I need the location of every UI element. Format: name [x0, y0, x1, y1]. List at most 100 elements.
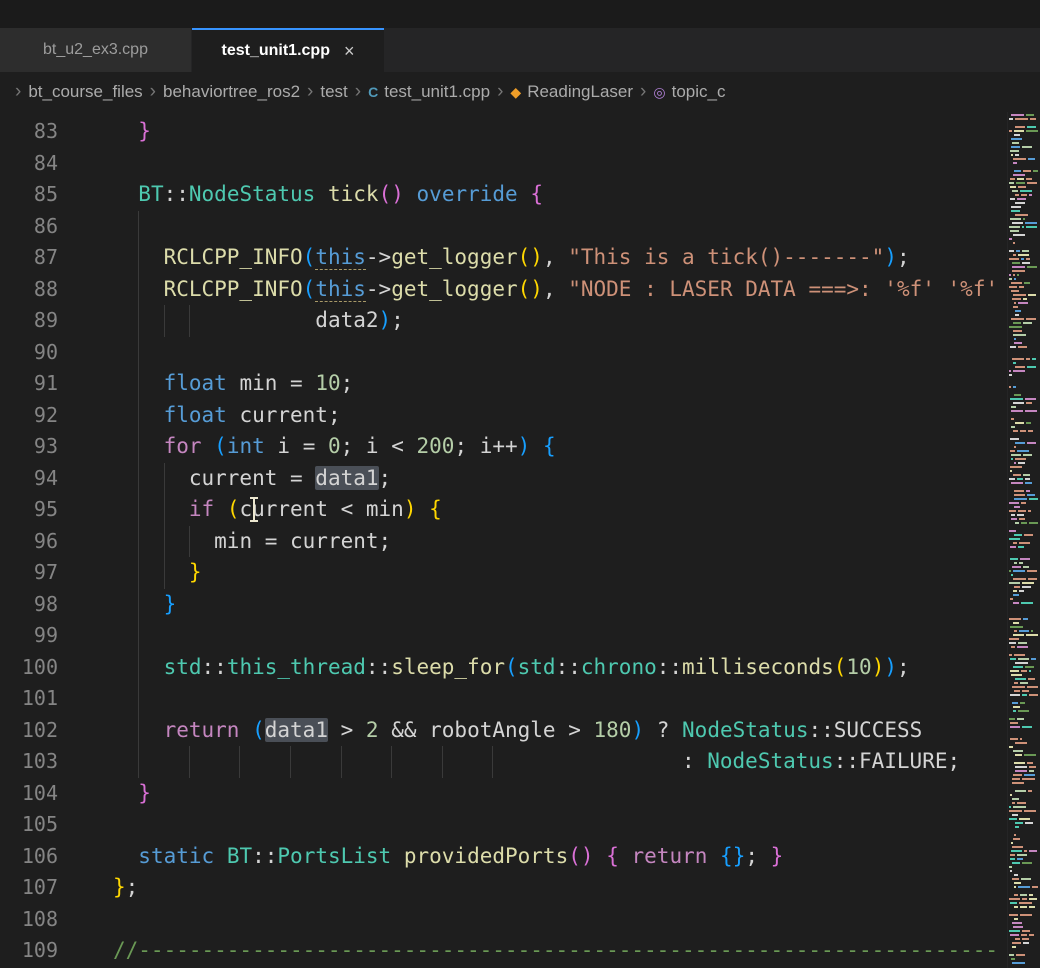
close-icon[interactable]: ×: [344, 42, 355, 60]
code-line[interactable]: 106 static BT::PortsList providedPorts()…: [0, 841, 1040, 873]
code-line[interactable]: 90: [0, 337, 1040, 369]
code-line[interactable]: 93 for (int i = 0; i < 200; i++) {: [0, 431, 1040, 463]
code-line[interactable]: 109//-----------------------------------…: [0, 935, 1040, 967]
chevron-right-icon: ›: [640, 81, 646, 103]
code-line[interactable]: 84: [0, 148, 1040, 180]
code-line[interactable]: 101: [0, 683, 1040, 715]
code-text: [113, 683, 1040, 715]
line-number: 107: [0, 872, 58, 904]
code-text: float min = 10;: [113, 368, 1040, 400]
code-line[interactable]: 95 if (current < min) {: [0, 494, 1040, 526]
tab-bar: bt_u2_ex3.cpp test_unit1.cpp ×: [0, 28, 1040, 72]
code-line[interactable]: 87 RCLCPP_INFO(this->get_logger(), "This…: [0, 242, 1040, 274]
code-line[interactable]: 108: [0, 904, 1040, 936]
code-text: data2);: [113, 305, 1040, 337]
indent-guide: [138, 683, 139, 715]
code-text: }: [113, 778, 1040, 810]
mouse-ibeam-cursor: [253, 499, 255, 520]
code-text: }: [113, 589, 1040, 621]
breadcrumb-item-topic[interactable]: topic_c: [672, 82, 726, 102]
chevron-right-icon: ›: [15, 81, 21, 103]
tab-label: bt_u2_ex3.cpp: [43, 41, 148, 59]
code-line[interactable]: 102 return (data1 > 2 && robotAngle > 18…: [0, 715, 1040, 747]
code-text: std::this_thread::sleep_for(std::chrono:…: [113, 652, 1040, 684]
code-line[interactable]: 98 }: [0, 589, 1040, 621]
indent-guide: [290, 746, 291, 778]
code-line[interactable]: 85 BT::NodeStatus tick() override {: [0, 179, 1040, 211]
indent-guide: [138, 211, 139, 243]
line-number: 98: [0, 589, 58, 621]
code-text: };: [113, 872, 1040, 904]
breadcrumb-item-readinglaser[interactable]: ReadingLaser: [527, 82, 633, 102]
code-line[interactable]: 83 }: [0, 116, 1040, 148]
code-line[interactable]: 94 current = data1;: [0, 463, 1040, 495]
indent-guide: [164, 494, 165, 526]
cpp-file-icon: C: [368, 84, 378, 100]
line-number: 104: [0, 778, 58, 810]
code-line[interactable]: 89 data2);: [0, 305, 1040, 337]
code-text: return (data1 > 2 && robotAngle > 180) ?…: [113, 715, 1040, 747]
line-number: 96: [0, 526, 58, 558]
indent-guide: [189, 305, 190, 337]
code-text: float current;: [113, 400, 1040, 432]
breadcrumb-item-test[interactable]: test: [320, 82, 347, 102]
line-number: 105: [0, 809, 58, 841]
code-line[interactable]: 107};: [0, 872, 1040, 904]
indent-guide: [164, 557, 165, 589]
code-text: BT::NodeStatus tick() override {: [113, 179, 1040, 211]
code-area[interactable]: 83 }8485 BT::NodeStatus tick() override …: [0, 112, 1040, 967]
minimap[interactable]: [1007, 112, 1040, 968]
code-line[interactable]: 100 std::this_thread::sleep_for(std::chr…: [0, 652, 1040, 684]
code-line[interactable]: 86: [0, 211, 1040, 243]
indent-guide: [138, 526, 139, 558]
code-line[interactable]: 99: [0, 620, 1040, 652]
line-number: 108: [0, 904, 58, 936]
indent-guide: [138, 431, 139, 463]
indent-guide: [164, 463, 165, 495]
code-line[interactable]: 91 float min = 10;: [0, 368, 1040, 400]
tab-test-unit1[interactable]: test_unit1.cpp ×: [192, 28, 384, 72]
indent-guide: [138, 337, 139, 369]
indent-guide: [189, 746, 190, 778]
code-line[interactable]: 97 }: [0, 557, 1040, 589]
indent-guide: [138, 746, 139, 778]
code-text: [113, 148, 1040, 180]
line-number: 100: [0, 652, 58, 684]
tab-bt-u2-ex3[interactable]: bt_u2_ex3.cpp: [0, 28, 192, 72]
breadcrumb: › bt_course_files › behaviortree_ros2 › …: [0, 72, 1040, 112]
indent-guide: [138, 400, 139, 432]
line-number: 87: [0, 242, 58, 274]
line-number: 88: [0, 274, 58, 306]
breadcrumb-item-behaviortree-ros2[interactable]: behaviortree_ros2: [163, 82, 300, 102]
code-text: [113, 620, 1040, 652]
code-text: [113, 211, 1040, 243]
line-number: 103: [0, 746, 58, 778]
chevron-right-icon: ›: [307, 81, 313, 103]
code-text: [113, 904, 1040, 936]
code-line[interactable]: 92 float current;: [0, 400, 1040, 432]
line-number: 95: [0, 494, 58, 526]
line-number: 102: [0, 715, 58, 747]
indent-guide: [138, 715, 139, 747]
breadcrumb-item-bt-course-files[interactable]: bt_course_files: [28, 82, 142, 102]
code-line[interactable]: 104 }: [0, 778, 1040, 810]
code-text: if (current < min) {: [113, 494, 1040, 526]
breadcrumb-item-test-unit1-cpp[interactable]: test_unit1.cpp: [384, 82, 490, 102]
code-line[interactable]: 88 RCLCPP_INFO(this->get_logger(), "NODE…: [0, 274, 1040, 306]
indent-guide: [164, 526, 165, 558]
code-text: }: [113, 557, 1040, 589]
indent-guide: [189, 526, 190, 558]
code-line[interactable]: 103 : NodeStatus::FAILURE;: [0, 746, 1040, 778]
indent-guide: [239, 746, 240, 778]
indent-guide: [164, 305, 165, 337]
indent-guide: [138, 589, 139, 621]
field-symbol-icon: ◎: [653, 84, 665, 101]
indent-guide: [138, 242, 139, 274]
code-line[interactable]: 96 min = current;: [0, 526, 1040, 558]
line-number: 89: [0, 305, 58, 337]
indent-guide: [138, 274, 139, 306]
indent-guide: [341, 746, 342, 778]
code-line[interactable]: 105: [0, 809, 1040, 841]
code-text: RCLCPP_INFO(this->get_logger(), "NODE : …: [113, 274, 1040, 306]
line-number: 94: [0, 463, 58, 495]
